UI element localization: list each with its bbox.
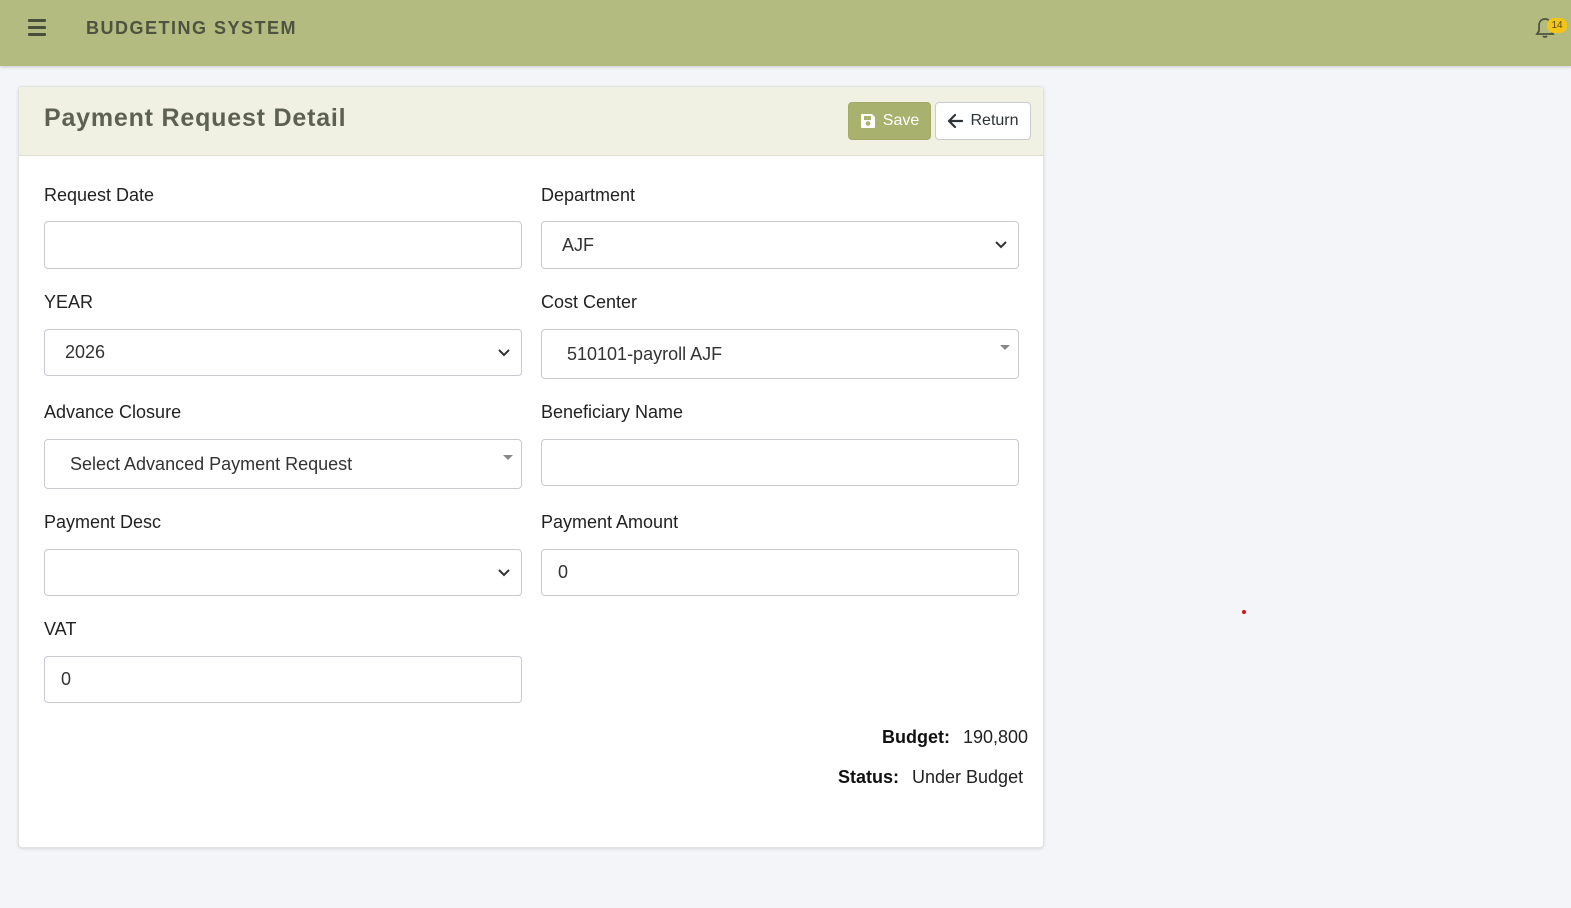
payment-request-card: Payment Request Detail Save Return Reque… [18,86,1044,848]
notification-badge: 14 [1547,18,1567,33]
chevron-down-icon [498,348,510,356]
return-button[interactable]: Return [935,102,1031,140]
save-button[interactable]: Save [848,102,931,140]
vat-input[interactable]: 0 [44,656,522,703]
advance-closure-select[interactable]: Select Advanced Payment Request [44,439,522,489]
chevron-down-icon [995,241,1007,249]
app-brand: BUDGETING SYSTEM [86,18,298,38]
department-value: AJF [562,234,595,255]
save-button-label: Save [882,112,920,129]
request-date-input[interactable] [44,221,522,269]
cost-center-select[interactable]: 510101-payroll AJF [541,329,1019,379]
budget-label: Budget: [882,727,950,747]
chevron-down-icon [498,568,510,576]
department-select[interactable]: AJF [541,221,1019,269]
cost-center-label: Cost Center [541,292,638,312]
card-header: Payment Request Detail Save Return [19,87,1043,156]
advance-closure-label: Advance Closure [44,402,182,422]
year-value: 2026 [65,342,106,362]
cursor-dot [1242,610,1246,614]
budget-value: 190,800 [963,727,1029,747]
arrow-left-icon [948,113,964,129]
page-title: Payment Request Detail [44,104,347,132]
department-label: Department [541,185,636,205]
payment-amount-input[interactable]: 0 [541,549,1019,596]
vat-value: 0 [61,669,72,689]
status-label: Status: [838,767,900,787]
status-value: Under Budget [912,767,1024,787]
caret-down-icon [1000,345,1010,350]
cost-center-value: 510101-payroll AJF [567,343,723,364]
payment-amount-label: Payment Amount [541,512,679,532]
menu-toggle-icon[interactable] [28,19,48,37]
payment-desc-label: Payment Desc [44,512,162,532]
advance-closure-value: Select Advanced Payment Request [70,453,353,474]
save-icon [860,114,875,128]
top-navbar: BUDGETING SYSTEM 14 [0,0,1571,66]
year-select[interactable]: 2026 [44,329,522,376]
return-button-label: Return [970,112,1019,129]
payment-amount-value: 0 [558,562,569,582]
caret-down-icon [503,455,513,460]
beneficiary-name-label: Beneficiary Name [541,402,684,422]
vat-label: VAT [44,619,77,639]
year-label: YEAR [44,292,94,312]
beneficiary-name-input[interactable] [541,439,1019,486]
payment-desc-select[interactable] [44,549,522,596]
request-date-label: Request Date [44,185,155,205]
